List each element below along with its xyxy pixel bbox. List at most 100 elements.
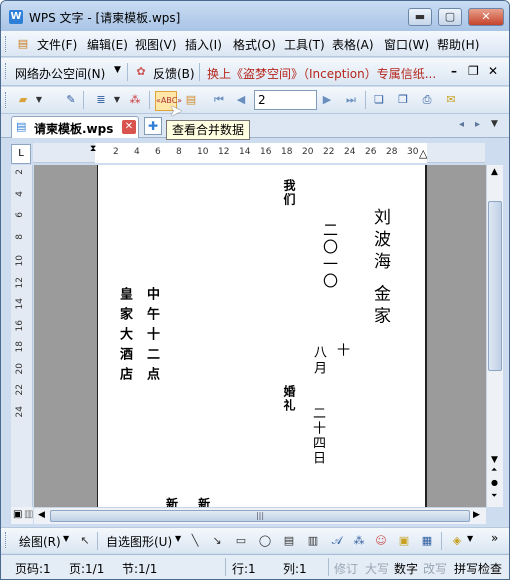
dropdown-icon[interactable]: ▼ bbox=[63, 534, 69, 543]
tab-list-icon[interactable]: ▼ bbox=[491, 119, 498, 129]
scroll-down-icon[interactable]: ▼ bbox=[491, 455, 498, 465]
line-icon[interactable]: ╲ bbox=[187, 533, 203, 549]
vertical-textbox-icon[interactable]: ▥ bbox=[305, 533, 321, 549]
scroll-left-icon[interactable]: ◀ bbox=[38, 510, 45, 520]
vruler-tick-label: 22 bbox=[15, 384, 25, 396]
menu-insert[interactable]: 插入(I) bbox=[185, 36, 222, 53]
ruler-tick-label: 22 bbox=[323, 147, 335, 157]
ruler-tick-label: 26 bbox=[365, 147, 377, 157]
separator bbox=[127, 63, 128, 81]
fill-color-icon[interactable]: ◈ bbox=[449, 533, 465, 549]
mailmerge-toolbar: ▰ ▼ ✎ ≣ ▼ ⁂ «ABC» ▤ ⏮ ◀ 2 ▶ ⏭ ❏ ❐ ⎙ ✉ bbox=[1, 87, 509, 114]
right-indent-marker-icon[interactable]: △ bbox=[419, 147, 427, 160]
open-datasource-icon[interactable]: ▰ bbox=[15, 92, 31, 108]
menu-tools[interactable]: 工具(T) bbox=[284, 36, 325, 53]
status-overtype[interactable]: 改写 bbox=[423, 560, 447, 577]
tab-stop-selector[interactable]: L bbox=[11, 144, 31, 164]
next-record-icon[interactable]: ▶ bbox=[319, 92, 335, 108]
autoshapes-button[interactable]: 自选图形(U) bbox=[106, 533, 172, 550]
doc-minimize-button[interactable]: – bbox=[451, 64, 457, 78]
online-space-dropdown-icon[interactable]: ▼ bbox=[114, 65, 121, 75]
status-revision[interactable]: 修订 bbox=[334, 560, 358, 577]
merge-to-new-doc-icon[interactable]: ❏ bbox=[371, 92, 387, 108]
last-record-icon[interactable]: ⏭ bbox=[343, 92, 359, 108]
close-button[interactable]: ✕ bbox=[468, 8, 504, 26]
page-view-icon[interactable]: ▣ bbox=[13, 509, 22, 520]
merge-to-multiple-docs-icon[interactable]: ❐ bbox=[395, 92, 411, 108]
vruler-tick-label: 4 bbox=[15, 190, 25, 197]
menu-help[interactable]: 帮助(H) bbox=[437, 36, 479, 53]
doc-restore-button[interactable]: ❐ bbox=[468, 64, 479, 78]
picture-icon[interactable]: ▣ bbox=[396, 533, 412, 549]
insert-field-icon[interactable]: ≣ bbox=[93, 92, 109, 108]
status-numlock[interactable]: 数字 bbox=[394, 560, 418, 577]
next-page-icon[interactable]: ⏷ bbox=[491, 491, 497, 501]
status-spellcheck[interactable]: 拼写检查 bbox=[454, 560, 502, 577]
document-page[interactable]: 我们 二〇一〇 刘波海 金家 八月 十 婚礼 二十四日 中午十二点 皇家大酒店 … bbox=[97, 165, 427, 507]
textbox-icon[interactable]: ▤ bbox=[281, 533, 297, 549]
dropdown-icon[interactable]: ▼ bbox=[31, 92, 47, 108]
draw-menu-button[interactable]: 绘图(R) bbox=[19, 533, 61, 550]
dropdown-icon[interactable]: ▼ bbox=[109, 92, 125, 108]
wps-app-icon: W bbox=[9, 10, 23, 24]
status-caps[interactable]: 大写 bbox=[365, 560, 389, 577]
toolbar-options-icon[interactable]: » bbox=[491, 531, 498, 545]
vertical-ruler[interactable]: 2 4 6 8 10 12 14 16 18 20 22 24 bbox=[11, 165, 33, 507]
doc-tab[interactable]: ▤ 请柬模板.wps ✕ bbox=[11, 116, 139, 138]
doc-close-button[interactable]: ✕ bbox=[488, 64, 498, 78]
browse-object-icon[interactable]: ● bbox=[491, 478, 498, 487]
prev-record-icon[interactable]: ◀ bbox=[233, 92, 249, 108]
merge-to-printer-icon[interactable]: ⎙ bbox=[419, 92, 435, 108]
vruler-tick-label: 18 bbox=[15, 341, 25, 353]
scroll-thumb[interactable] bbox=[488, 201, 502, 371]
drawing-grip bbox=[5, 532, 8, 548]
prev-page-icon[interactable]: ⏶ bbox=[491, 465, 497, 475]
merge-to-email-icon[interactable]: ✉ bbox=[443, 92, 459, 108]
vruler-tick-label: 20 bbox=[15, 362, 25, 374]
document-canvas[interactable]: 我们 二〇一〇 刘波海 金家 八月 十 婚礼 二十四日 中午十二点 皇家大酒店 … bbox=[34, 165, 486, 507]
diagram-icon[interactable]: ⁂ bbox=[351, 533, 367, 549]
first-record-icon[interactable]: ⏮ bbox=[211, 92, 227, 108]
close-tab-icon[interactable]: ✕ bbox=[122, 120, 136, 134]
record-number-input[interactable]: 2 bbox=[254, 90, 317, 110]
highlight-fields-icon[interactable]: ⁂ bbox=[127, 92, 143, 108]
feedback-button[interactable]: 反馈(B) bbox=[153, 65, 195, 82]
promo-link[interactable]: 换上《盗梦空间》（Inception）专属信纸... bbox=[207, 65, 442, 82]
merge-field-icon[interactable]: ▤ bbox=[183, 92, 199, 108]
vertical-scrollbar[interactable]: ▲ ▼ ⏶ ● ⏷ bbox=[486, 165, 503, 507]
scroll-right-icon[interactable]: ▶ bbox=[473, 510, 480, 520]
horizontal-ruler[interactable]: 2 4 6 8 10 12 14 16 18 20 22 24 26 28 30 ⧗ △ bbox=[33, 143, 485, 163]
wordart-icon[interactable]: 𝒜 bbox=[329, 533, 345, 549]
menu-window[interactable]: 窗口(W) bbox=[384, 36, 429, 53]
dropdown-icon[interactable]: ▼ bbox=[175, 534, 181, 543]
dropdown-icon[interactable]: ▼ bbox=[467, 534, 473, 543]
indent-marker-icon[interactable]: ⧗ bbox=[90, 144, 96, 154]
select-objects-icon[interactable]: ↖ bbox=[77, 533, 93, 549]
menu-edit[interactable]: 编辑(E) bbox=[87, 36, 128, 53]
horizontal-scrollbar[interactable]: ◀ ||| ▶ bbox=[34, 507, 486, 524]
hscroll-thumb[interactable]: ||| bbox=[50, 510, 470, 522]
clipart-icon[interactable]: ☺ bbox=[373, 533, 389, 549]
maximize-button[interactable]: ▢ bbox=[438, 8, 462, 26]
oval-icon[interactable]: ◯ bbox=[257, 533, 273, 549]
ruler-tick-label: 24 bbox=[344, 147, 356, 157]
new-tab-button[interactable]: ✚ bbox=[144, 117, 162, 135]
menu-view[interactable]: 视图(V) bbox=[135, 36, 177, 53]
menu-table[interactable]: 表格(A) bbox=[332, 36, 374, 53]
doc-text-year: 二〇一〇 bbox=[321, 222, 339, 290]
tab-scroll-right-icon[interactable]: ▸ bbox=[475, 119, 480, 130]
recipients-icon[interactable]: ✎ bbox=[63, 92, 79, 108]
vruler-tick-label: 16 bbox=[15, 319, 25, 331]
arrow-icon[interactable]: ↘ bbox=[209, 533, 225, 549]
menu-format[interactable]: 格式(O) bbox=[233, 36, 276, 53]
rectangle-icon[interactable]: ▭ bbox=[233, 533, 249, 549]
gallery-icon[interactable]: ▦ bbox=[419, 533, 435, 549]
online-space-button[interactable]: 网络办公空间(N) bbox=[15, 65, 105, 82]
scroll-up-icon[interactable]: ▲ bbox=[491, 167, 498, 177]
minimize-button[interactable]: ▬ bbox=[408, 8, 432, 26]
vruler-tick-label: 14 bbox=[15, 298, 25, 310]
tab-scroll-left-icon[interactable]: ◂ bbox=[459, 119, 464, 130]
menu-file[interactable]: 文件(F) bbox=[37, 36, 77, 53]
outline-view-icon[interactable]: ▥ bbox=[24, 509, 33, 520]
doc-text-names: 刘波海 金家 bbox=[370, 208, 390, 329]
